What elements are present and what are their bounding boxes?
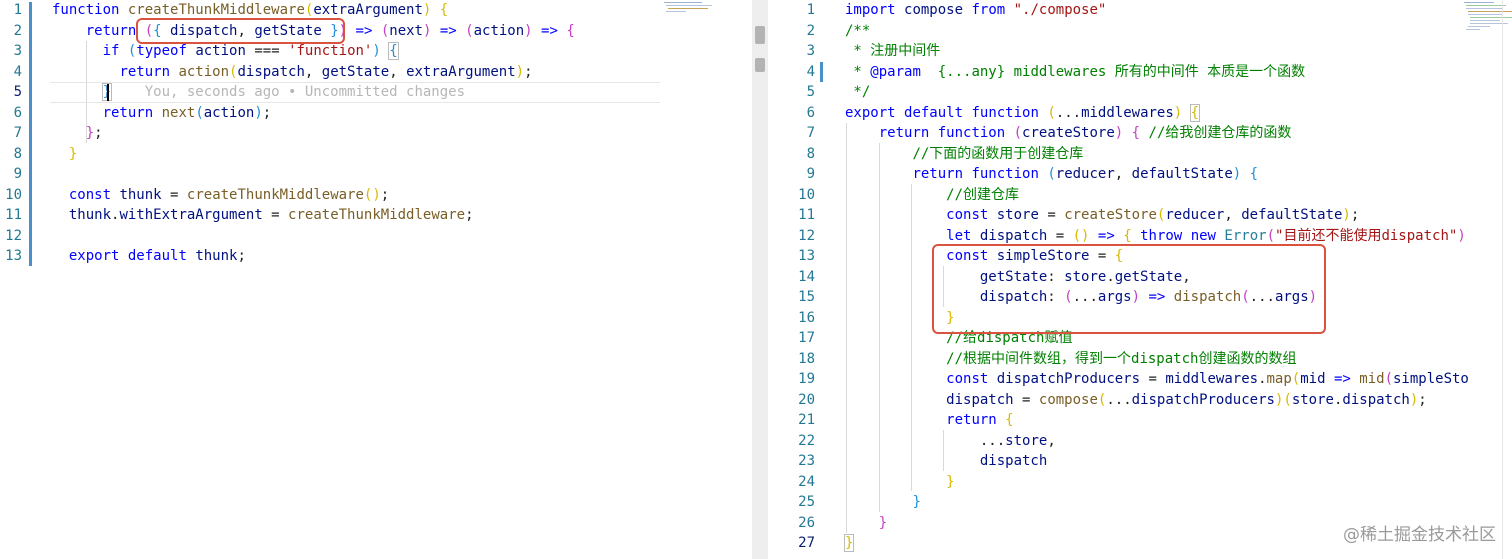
code-line[interactable]: export default thunk;: [52, 246, 246, 267]
line-number: 22: [798, 432, 815, 449]
code-line[interactable]: //创建仓库: [845, 185, 1019, 206]
code-line[interactable]: return function (reducer, defaultState) …: [845, 164, 1258, 185]
line-number: 5: [13, 84, 22, 100]
text-caret: [107, 84, 109, 101]
highlight-box-simplestore: [932, 244, 1326, 334]
line-number: 20: [798, 391, 815, 408]
code-line[interactable]: //根据中间件数组，得到一个dispatch创建函数的数组: [845, 349, 1296, 370]
vertical-ruler: [1502, 0, 1503, 559]
minimap[interactable]: [1464, 0, 1512, 40]
code-line[interactable]: ...store,: [845, 431, 1056, 452]
line-number: 25: [798, 494, 815, 510]
line-number: 12: [5, 227, 22, 244]
code-line[interactable]: }: [845, 472, 954, 493]
code-line[interactable]: //下面的函数用于创建仓库: [845, 144, 1083, 165]
git-change-bar: [29, 2, 32, 266]
line-number: 18: [798, 350, 815, 367]
line-number: 8: [13, 145, 22, 162]
code-line[interactable]: return {: [845, 410, 1013, 431]
line-number: 2: [806, 22, 815, 39]
scrollbar-thumb[interactable]: [755, 58, 765, 72]
code-line[interactable]: import compose from "./compose": [845, 0, 1106, 21]
code-line[interactable]: }: [52, 144, 77, 165]
code-line[interactable]: const store = createStore(reducer, defau…: [845, 205, 1359, 226]
scrollbar-thumb[interactable]: [755, 26, 765, 44]
code-line[interactable]: let dispatch = () => { throw new Error("…: [845, 226, 1466, 247]
code-line[interactable]: return next(action);: [52, 103, 272, 124]
line-number: 10: [798, 186, 815, 203]
code-line[interactable]: } You, seconds ago • Uncommitted changes: [52, 82, 465, 103]
code-line[interactable]: }: [845, 513, 887, 534]
line-number: 26: [798, 514, 815, 531]
line-number: 15: [798, 289, 815, 305]
code-line[interactable]: }: [843, 533, 855, 554]
line-number: 2: [13, 22, 22, 39]
minimap[interactable]: [664, 0, 720, 40]
code-line[interactable]: }: [845, 492, 920, 513]
code-line[interactable]: };: [52, 123, 103, 144]
code-line[interactable]: const thunk = createThunkMiddleware();: [52, 185, 389, 206]
code-line[interactable]: thunk.withExtraArgument = createThunkMid…: [52, 205, 474, 226]
line-number: 23: [798, 453, 815, 469]
line-number: 9: [13, 166, 22, 182]
line-number: 3: [13, 43, 22, 59]
line-number: 7: [806, 125, 815, 141]
code-line[interactable]: return function (createStore) { //给我创建仓库…: [845, 123, 1292, 144]
line-number: 12: [798, 227, 815, 244]
left-editor[interactable]: 1 2 3 4 5 6 7 8 9 10 11 12 13 function c…: [0, 0, 752, 559]
code-line[interactable]: export default function (...middlewares)…: [845, 103, 1201, 124]
line-number: 11: [5, 207, 22, 223]
line-number: 21: [798, 412, 815, 428]
code-line[interactable]: /**: [845, 21, 870, 42]
line-number: 10: [5, 186, 22, 203]
line-number: 11: [798, 207, 815, 223]
code-line[interactable]: const dispatchProducers = middlewares.ma…: [845, 369, 1469, 390]
line-number: 6: [13, 104, 22, 121]
code-line[interactable]: * @param {...any} middlewares 所有的中间件 本质是…: [845, 62, 1305, 83]
line-number: 5: [806, 84, 815, 100]
git-change-bar: [820, 62, 823, 82]
line-number: 19: [798, 371, 815, 387]
line-number: 13: [798, 248, 815, 264]
pane-splitter[interactable]: [752, 0, 768, 559]
code-line[interactable]: if (typeof action === 'function') {: [52, 41, 399, 62]
code-line[interactable]: */: [845, 82, 870, 103]
line-number: 8: [806, 145, 815, 162]
code-line[interactable]: dispatch = compose(...dispatchProducers)…: [845, 390, 1427, 411]
right-editor[interactable]: 1 2 3 4 5 6 7 8 9 10 11 12 13 14 15 16 1…: [768, 0, 1512, 559]
code-line[interactable]: dispatch: [845, 451, 1047, 472]
line-number: 1: [13, 2, 22, 18]
highlight-box-destructure: [136, 18, 345, 44]
line-number: 3: [806, 43, 815, 59]
line-number: 13: [5, 248, 22, 264]
line-number: 1: [806, 2, 815, 18]
line-number: 7: [13, 125, 22, 141]
line-number: 9: [806, 166, 815, 182]
line-number: 27: [798, 535, 815, 551]
line-number: 17: [798, 330, 815, 346]
code-line[interactable]: return action(dispatch, getState, extraA…: [52, 62, 532, 83]
line-number: 14: [798, 268, 815, 285]
line-number: 24: [798, 473, 815, 490]
watermark: @稀土掘金技术社区: [1343, 525, 1496, 545]
line-number: 4: [806, 63, 815, 80]
line-number: 16: [798, 309, 815, 326]
git-blame-annotation: You, seconds ago • Uncommitted changes: [144, 84, 466, 100]
line-number: 6: [806, 104, 815, 121]
line-number: 4: [13, 63, 22, 80]
code-line[interactable]: * 注册中间件: [845, 41, 940, 62]
